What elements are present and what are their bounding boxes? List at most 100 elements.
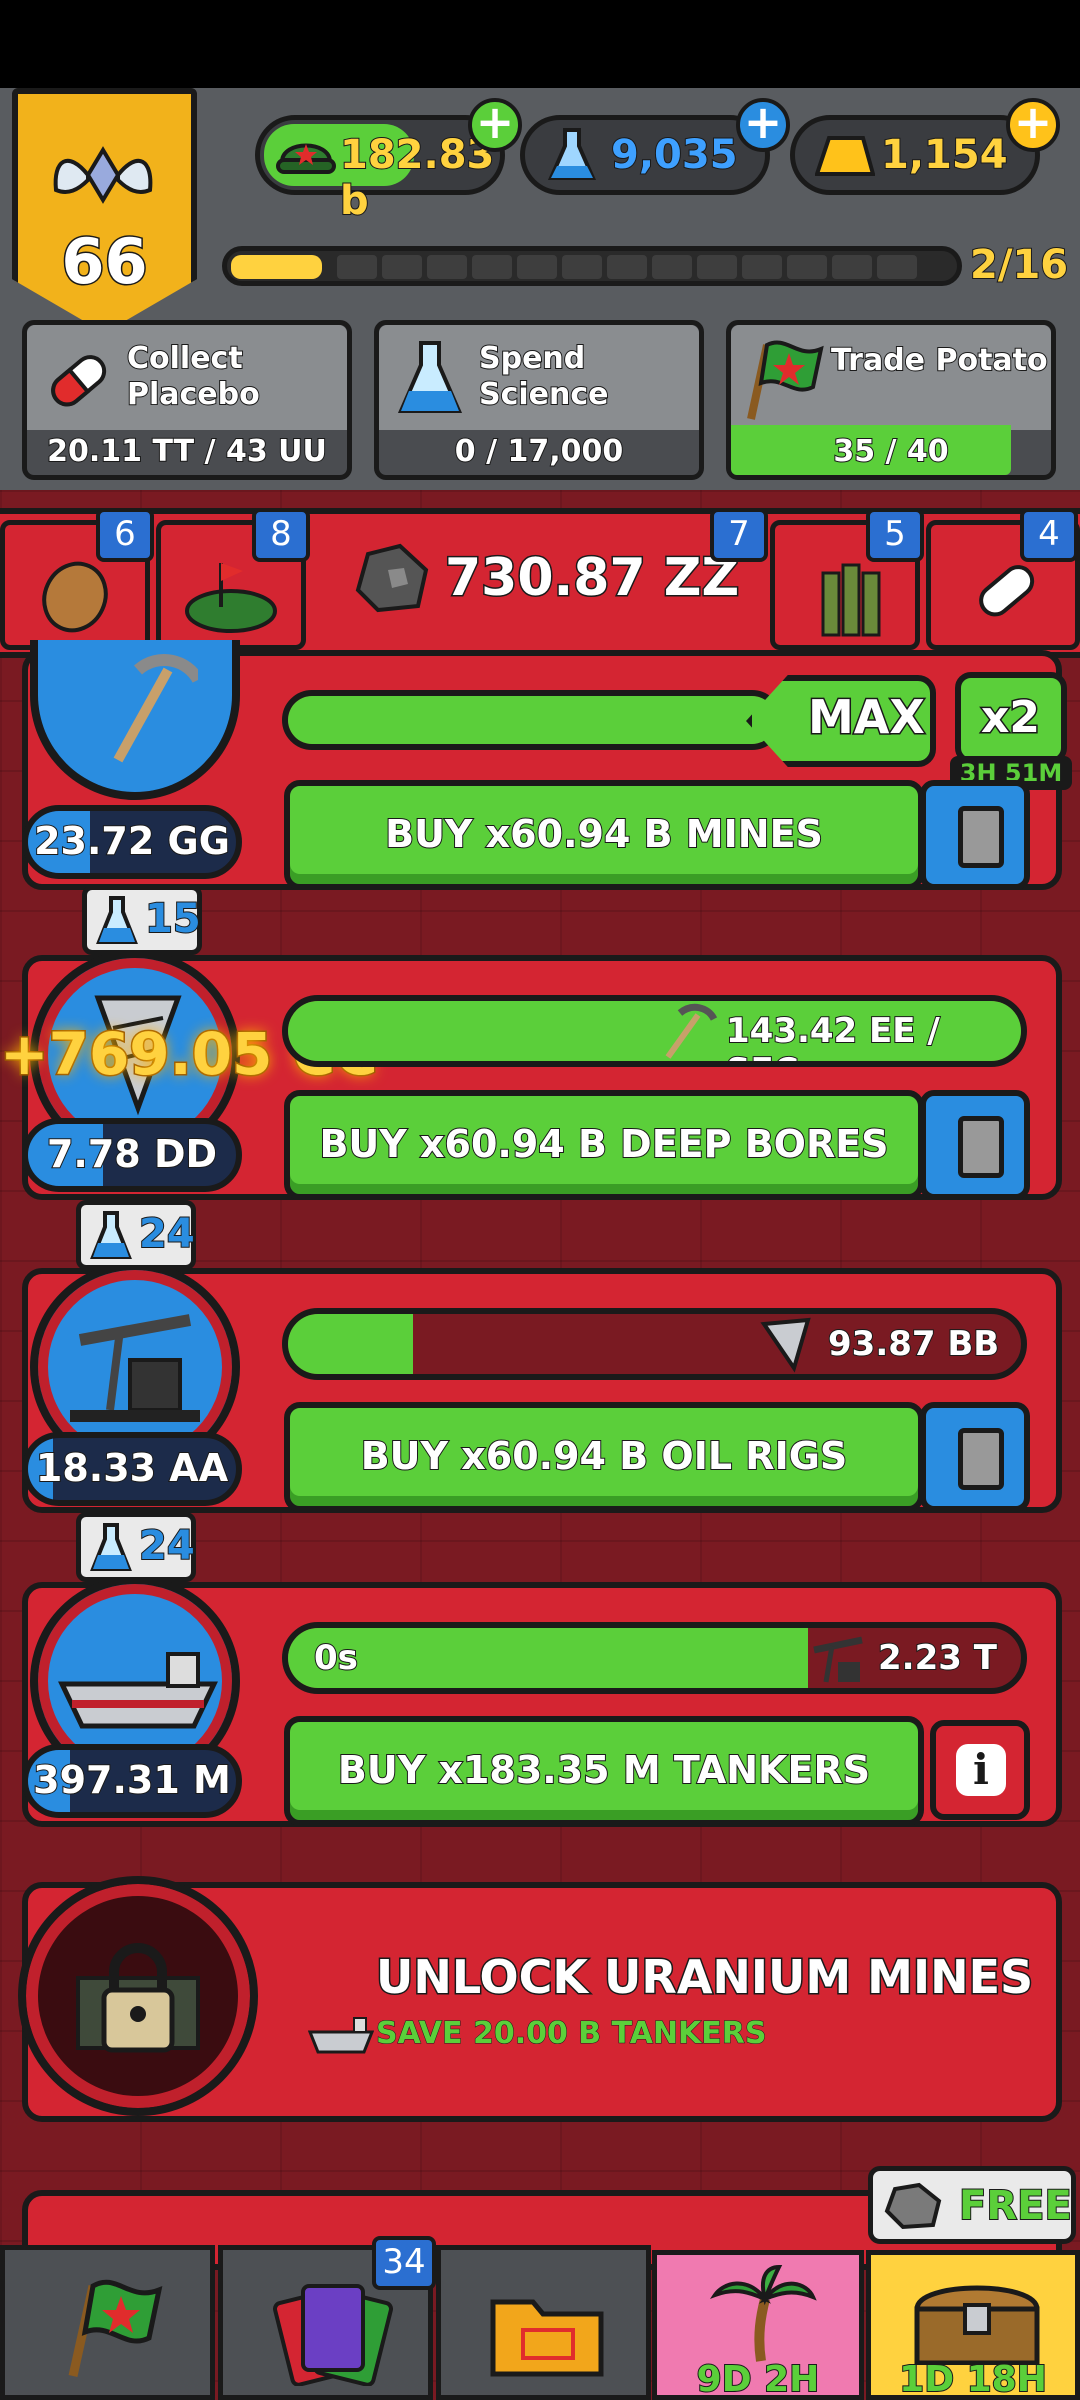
xp-progress-bar [222,246,962,286]
add-gold-button[interactable]: + [1006,98,1060,152]
gold-counter[interactable]: 1,154 [790,115,1040,195]
current-resource-amount: 730.87 ZZ [443,547,740,610]
production-rate: 93.87 BB [827,1323,1000,1365]
task-title-line1: Trade Potato [830,342,1049,379]
card-icon [958,1428,1004,1490]
cards-icon [273,2284,393,2386]
buy-mines-button[interactable]: BUY x60.94 B MINES [284,780,924,890]
nav-island-event[interactable]: 9D 2H [652,2250,864,2400]
science-flask-icon [397,341,463,413]
science-reward-value: 24 [138,1210,196,1258]
add-potato-cash-button[interactable]: + [468,98,522,152]
wings-emblem-icon [53,146,153,204]
flag-icon [747,340,824,420]
manager-card-oil-rigs[interactable] [920,1402,1030,1512]
card-icon [958,1116,1004,1178]
production-rate: 143.42 EE / SEC [725,1010,941,1061]
padlock-icon [76,1943,200,2053]
producer-count-tankers: 397.31 M [22,1744,242,1818]
nav-trade-flag[interactable] [0,2245,215,2400]
tab-ammo-count: 5 [866,508,924,562]
tab-rock-count: 7 [710,508,768,562]
producer-count-value: 18.33 AA [35,1445,229,1491]
x2-boost-label: x2 [980,691,1042,745]
xp-progress-fill [231,255,323,279]
max-label: MAX [807,689,927,746]
nav-treasure-chest[interactable]: 1D 18H [866,2250,1080,2400]
free-label: FREE [958,2182,1073,2230]
cards-badge: 34 [372,2236,436,2290]
oil-pump-icon [70,1314,200,1422]
player-level: 66 [60,224,149,300]
ore-rock-icon [355,543,429,613]
pill-icon [979,565,1035,617]
potato-icon [42,561,108,633]
producer-count-value: 7.78 DD [46,1131,218,1177]
tab-pill-count: 4 [1020,508,1078,562]
task-collect-placebo[interactable]: Collect Placebo 20.11 TT / 43 UU [22,320,352,480]
tankers-info-button[interactable]: i [930,1720,1030,1820]
science-reward-badge: 15 [82,885,202,955]
tanker-ship-icon [58,1652,218,1729]
gold-value: 1,154 [880,131,1009,179]
task-progress-value: 0 / 17,000 [454,433,625,470]
buy-oil-rigs-button[interactable]: BUY x60.94 B OIL RIGS [284,1402,924,1512]
production-bar-mines [282,690,782,750]
science-reward-value: 15 [144,895,202,943]
manager-card-deep-bores[interactable] [920,1090,1030,1200]
science-flask-icon [547,128,597,180]
task-spend-science[interactable]: Spend Science 0 / 17,000 [374,320,704,480]
science-reward-badge: 24 [76,1200,196,1270]
producer-count-value: 397.31 M [32,1757,232,1803]
pill-icon [51,355,107,407]
science-flask-icon [96,896,138,944]
production-bar-oil-rigs: 93.87 BB [282,1308,1027,1380]
unlock-title: UNLOCK URANIUM MINES [374,1949,1034,2006]
task-title-line2: Science [478,376,610,413]
production-bar-tankers: 0s 2.23 T [282,1622,1027,1694]
task-title-line1: Spend [478,340,586,377]
task-progress-value: 20.11 TT / 43 UU [46,433,328,470]
xp-progress-label: 2/16 [969,241,1069,289]
buy-deep-bores-button[interactable]: BUY x60.94 B DEEP BORES [284,1090,924,1200]
army-cap-icon [276,143,336,174]
pickaxe-icon [113,654,198,763]
locked-producer-circle [18,1876,258,2116]
science-flask-icon [90,1211,132,1259]
producer-count-value: 23.72 GG [33,818,231,864]
drill-bore-icon [760,1317,811,1373]
pickaxe-icon [665,1003,718,1059]
producer-count-oil-rigs: 18.33 AA [22,1432,242,1506]
treasure-chest-icon [914,2285,1040,2365]
task-trade-potato[interactable]: Trade Potato 35 / 40 [726,320,1056,480]
buy-tankers-button[interactable]: BUY x183.35 M TANKERS [284,1716,924,1826]
ore-rock-icon [884,2182,942,2230]
chest-timer: 1D 18H [898,2358,1048,2400]
producer-count-mines: 23.72 GG [22,805,242,879]
task-title-line2: Placebo [126,376,261,413]
oil-pump-icon [813,1636,863,1683]
task-title-line1: Collect [126,340,244,377]
science-counter[interactable]: 9,035 [520,115,770,195]
folder-icon [490,2299,604,2377]
palm-tree-icon [709,2265,817,2362]
nav-files[interactable] [436,2245,651,2400]
science-value: 9,035 [610,131,739,179]
production-rate: 2.23 T [877,1637,998,1679]
producer-count-deep-bores: 7.78 DD [22,1118,242,1192]
science-flask-icon [90,1523,132,1571]
tanker-ship-icon [308,2017,374,2054]
add-science-button[interactable]: + [736,98,790,152]
production-bar-deep-bores: 143.42 EE / SEC [282,995,1027,1067]
tab-swamp-count: 8 [252,508,310,562]
gold-bar-icon [815,136,875,176]
info-icon: i [956,1744,1006,1796]
manager-card-mines[interactable] [920,780,1030,890]
science-reward-value: 24 [138,1522,196,1570]
production-timer: 0s [313,1637,359,1679]
unlock-requirement: SAVE 20.00 B TANKERS [376,2016,767,2052]
production-fill [288,1628,809,1688]
science-reward-badge: 24 [76,1512,196,1582]
free-chest-badge[interactable]: FREE [868,2166,1076,2244]
x2-boost-button[interactable]: x2 [955,672,1067,764]
